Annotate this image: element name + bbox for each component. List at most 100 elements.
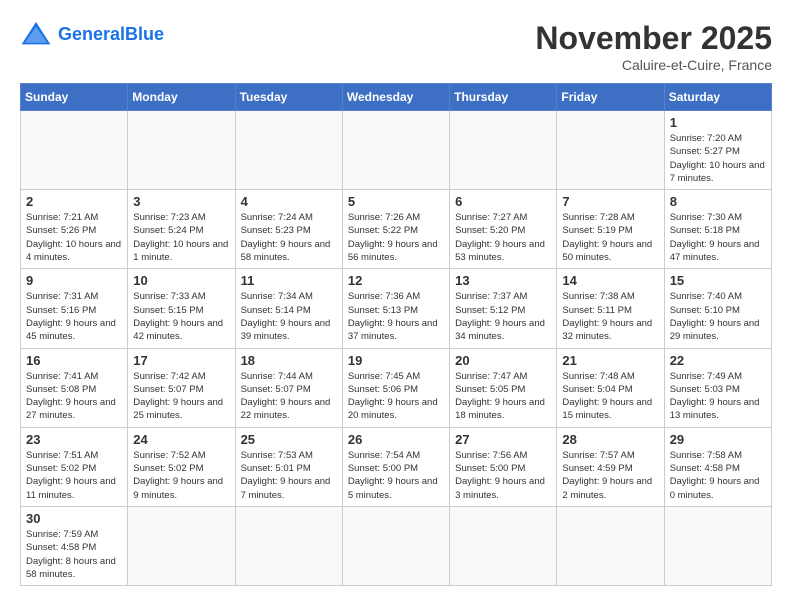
calendar-cell: 20Sunrise: 7:47 AM Sunset: 5:05 PM Dayli… bbox=[450, 348, 557, 427]
day-info: Sunrise: 7:24 AM Sunset: 5:23 PM Dayligh… bbox=[241, 211, 337, 264]
day-info: Sunrise: 7:33 AM Sunset: 5:15 PM Dayligh… bbox=[133, 290, 229, 343]
day-number: 12 bbox=[348, 273, 444, 288]
calendar-cell bbox=[128, 111, 235, 190]
calendar-cell: 4 Sunrise: 7:24 AM Sunset: 5:23 PM Daylig… bbox=[235, 190, 342, 269]
calendar-cell: 7Sunrise: 7:28 AM Sunset: 5:19 PM Daylig… bbox=[557, 190, 664, 269]
calendar-cell: 15 Sunrise: 7:40 AM Sunset: 5:10 PM Dayli… bbox=[664, 269, 771, 348]
calendar-cell: 29 Sunrise: 7:58 AM Sunset: 4:58 PM Dayli… bbox=[664, 427, 771, 506]
logo-text: GeneralBlue bbox=[58, 24, 164, 45]
day-info: Sunrise: 7:57 AM Sunset: 4:59 PM Dayligh… bbox=[562, 449, 658, 502]
day-info: Sunrise: 7:20 AM Sunset: 5:27 PM Dayligh… bbox=[670, 132, 766, 185]
day-info: Sunrise: 7:54 AM Sunset: 5:00 PM Dayligh… bbox=[348, 449, 444, 502]
day-info: Sunrise: 7:47 AM Sunset: 5:05 PM Dayligh… bbox=[455, 370, 551, 423]
calendar-cell: 13Sunrise: 7:37 AM Sunset: 5:12 PM Dayli… bbox=[450, 269, 557, 348]
calendar-table: SundayMondayTuesdayWednesdayThursdayFrid… bbox=[20, 83, 772, 586]
header-saturday: Saturday bbox=[664, 84, 771, 111]
day-number: 10 bbox=[133, 273, 229, 288]
calendar-cell: 3 Sunrise: 7:23 AM Sunset: 5:24 PM Daylig… bbox=[128, 190, 235, 269]
day-number: 27 bbox=[455, 432, 551, 447]
day-number: 4 bbox=[241, 194, 337, 209]
calendar-cell: 28 Sunrise: 7:57 AM Sunset: 4:59 PM Dayli… bbox=[557, 427, 664, 506]
day-info: Sunrise: 7:28 AM Sunset: 5:19 PM Dayligh… bbox=[562, 211, 658, 264]
day-number: 18 bbox=[241, 353, 337, 368]
day-info: Sunrise: 7:26 AM Sunset: 5:22 PM Dayligh… bbox=[348, 211, 444, 264]
calendar-cell: 6Sunrise: 7:27 AM Sunset: 5:20 PM Daylig… bbox=[450, 190, 557, 269]
calendar-cell bbox=[21, 111, 128, 190]
location-subtitle: Caluire-et-Cuire, France bbox=[535, 57, 772, 73]
day-number: 21 bbox=[562, 353, 658, 368]
day-number: 17 bbox=[133, 353, 229, 368]
day-number: 30 bbox=[26, 511, 122, 526]
page-header: GeneralBlue November 2025 Caluire-et-Cui… bbox=[20, 20, 772, 73]
day-info: Sunrise: 7:40 AM Sunset: 5:10 PM Dayligh… bbox=[670, 290, 766, 343]
calendar-cell: 1 Sunrise: 7:20 AM Sunset: 5:27 PM Daylig… bbox=[664, 111, 771, 190]
calendar-cell: 9 Sunrise: 7:31 AM Sunset: 5:16 PM Daylig… bbox=[21, 269, 128, 348]
day-info: Sunrise: 7:59 AM Sunset: 4:58 PM Dayligh… bbox=[26, 528, 122, 581]
general-blue-logo-icon bbox=[20, 20, 52, 48]
calendar-cell: 23 Sunrise: 7:51 AM Sunset: 5:02 PM Dayli… bbox=[21, 427, 128, 506]
calendar-week-row: 1 Sunrise: 7:20 AM Sunset: 5:27 PM Daylig… bbox=[21, 111, 772, 190]
day-info: Sunrise: 7:45 AM Sunset: 5:06 PM Dayligh… bbox=[348, 370, 444, 423]
calendar-cell: 11 Sunrise: 7:34 AM Sunset: 5:14 PM Dayli… bbox=[235, 269, 342, 348]
day-info: Sunrise: 7:41 AM Sunset: 5:08 PM Dayligh… bbox=[26, 370, 122, 423]
day-number: 1 bbox=[670, 115, 766, 130]
calendar-cell: 16Sunrise: 7:41 AM Sunset: 5:08 PM Dayli… bbox=[21, 348, 128, 427]
calendar-cell: 22 Sunrise: 7:49 AM Sunset: 5:03 PM Dayli… bbox=[664, 348, 771, 427]
day-number: 5 bbox=[348, 194, 444, 209]
day-number: 23 bbox=[26, 432, 122, 447]
calendar-cell: 18 Sunrise: 7:44 AM Sunset: 5:07 PM Dayli… bbox=[235, 348, 342, 427]
day-number: 9 bbox=[26, 273, 122, 288]
day-info: Sunrise: 7:23 AM Sunset: 5:24 PM Dayligh… bbox=[133, 211, 229, 264]
month-title: November 2025 bbox=[535, 20, 772, 57]
day-info: Sunrise: 7:51 AM Sunset: 5:02 PM Dayligh… bbox=[26, 449, 122, 502]
day-number: 3 bbox=[133, 194, 229, 209]
calendar-week-row: 30 Sunrise: 7:59 AM Sunset: 4:58 PM Dayli… bbox=[21, 506, 772, 585]
calendar-cell bbox=[557, 506, 664, 585]
day-info: Sunrise: 7:52 AM Sunset: 5:02 PM Dayligh… bbox=[133, 449, 229, 502]
calendar-cell: 14Sunrise: 7:38 AM Sunset: 5:11 PM Dayli… bbox=[557, 269, 664, 348]
day-number: 14 bbox=[562, 273, 658, 288]
header-tuesday: Tuesday bbox=[235, 84, 342, 111]
day-info: Sunrise: 7:48 AM Sunset: 5:04 PM Dayligh… bbox=[562, 370, 658, 423]
calendar-cell: 21 Sunrise: 7:48 AM Sunset: 5:04 PM Dayli… bbox=[557, 348, 664, 427]
calendar-cell: 27 Sunrise: 7:56 AM Sunset: 5:00 PM Dayli… bbox=[450, 427, 557, 506]
calendar-cell bbox=[235, 111, 342, 190]
calendar-cell: 30 Sunrise: 7:59 AM Sunset: 4:58 PM Dayli… bbox=[21, 506, 128, 585]
day-info: Sunrise: 7:34 AM Sunset: 5:14 PM Dayligh… bbox=[241, 290, 337, 343]
day-number: 15 bbox=[670, 273, 766, 288]
calendar-cell: 26 Sunrise: 7:54 AM Sunset: 5:00 PM Dayli… bbox=[342, 427, 449, 506]
day-info: Sunrise: 7:42 AM Sunset: 5:07 PM Dayligh… bbox=[133, 370, 229, 423]
day-info: Sunrise: 7:31 AM Sunset: 5:16 PM Dayligh… bbox=[26, 290, 122, 343]
day-number: 28 bbox=[562, 432, 658, 447]
calendar-cell: 19 Sunrise: 7:45 AM Sunset: 5:06 PM Dayli… bbox=[342, 348, 449, 427]
day-number: 11 bbox=[241, 273, 337, 288]
day-info: Sunrise: 7:30 AM Sunset: 5:18 PM Dayligh… bbox=[670, 211, 766, 264]
calendar-week-row: 2Sunrise: 7:21 AM Sunset: 5:26 PM Daylig… bbox=[21, 190, 772, 269]
day-info: Sunrise: 7:49 AM Sunset: 5:03 PM Dayligh… bbox=[670, 370, 766, 423]
day-info: Sunrise: 7:58 AM Sunset: 4:58 PM Dayligh… bbox=[670, 449, 766, 502]
calendar-cell: 25Sunrise: 7:53 AM Sunset: 5:01 PM Dayli… bbox=[235, 427, 342, 506]
header-friday: Friday bbox=[557, 84, 664, 111]
day-number: 26 bbox=[348, 432, 444, 447]
header-wednesday: Wednesday bbox=[342, 84, 449, 111]
header-monday: Monday bbox=[128, 84, 235, 111]
calendar-header-row: SundayMondayTuesdayWednesdayThursdayFrid… bbox=[21, 84, 772, 111]
calendar-cell: 24Sunrise: 7:52 AM Sunset: 5:02 PM Dayli… bbox=[128, 427, 235, 506]
calendar-cell bbox=[342, 506, 449, 585]
day-info: Sunrise: 7:56 AM Sunset: 5:00 PM Dayligh… bbox=[455, 449, 551, 502]
day-number: 8 bbox=[670, 194, 766, 209]
day-info: Sunrise: 7:21 AM Sunset: 5:26 PM Dayligh… bbox=[26, 211, 122, 264]
day-info: Sunrise: 7:36 AM Sunset: 5:13 PM Dayligh… bbox=[348, 290, 444, 343]
day-info: Sunrise: 7:44 AM Sunset: 5:07 PM Dayligh… bbox=[241, 370, 337, 423]
day-info: Sunrise: 7:37 AM Sunset: 5:12 PM Dayligh… bbox=[455, 290, 551, 343]
day-number: 19 bbox=[348, 353, 444, 368]
calendar-cell bbox=[664, 506, 771, 585]
calendar-cell bbox=[235, 506, 342, 585]
calendar-cell bbox=[450, 506, 557, 585]
calendar-cell bbox=[450, 111, 557, 190]
calendar-cell: 2Sunrise: 7:21 AM Sunset: 5:26 PM Daylig… bbox=[21, 190, 128, 269]
day-number: 22 bbox=[670, 353, 766, 368]
calendar-week-row: 9 Sunrise: 7:31 AM Sunset: 5:16 PM Daylig… bbox=[21, 269, 772, 348]
header-sunday: Sunday bbox=[21, 84, 128, 111]
day-number: 29 bbox=[670, 432, 766, 447]
